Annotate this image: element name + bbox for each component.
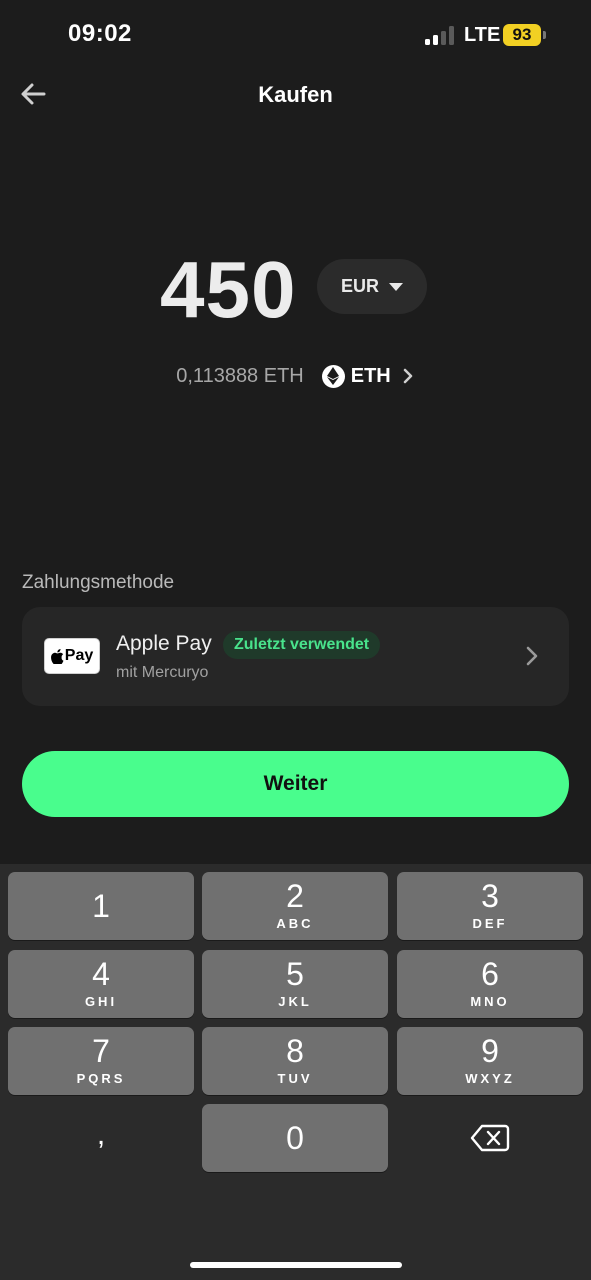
signal-icon (425, 26, 457, 45)
key-letters: GHI (84, 994, 118, 1009)
network-label: LTE (464, 24, 501, 46)
battery-icon: 93 (503, 24, 541, 46)
chevron-right-icon (526, 646, 538, 666)
backspace-icon (470, 1124, 510, 1152)
backspace-key[interactable] (397, 1104, 583, 1172)
key-0[interactable]: 0 (202, 1104, 388, 1172)
key-9[interactable]: 9 WXYZ (397, 1027, 583, 1095)
key-7[interactable]: 7 PQRS (8, 1027, 194, 1095)
status-time: 09:02 (68, 20, 132, 47)
key-digit: 4 (92, 956, 110, 992)
key-letters: DEF (472, 916, 508, 931)
key-letters: TUV (277, 1071, 313, 1086)
key-digit: 7 (92, 1033, 110, 1069)
key-letters: PQRS (76, 1071, 126, 1086)
key-digit: 1 (92, 888, 110, 924)
payment-section-label: Zahlungsmethode (22, 572, 175, 593)
caret-down-icon (389, 282, 403, 291)
asset-label: ETH (350, 364, 391, 387)
key-digit: 3 (481, 878, 499, 914)
key-1[interactable]: 1 (8, 872, 194, 940)
currency-label: EUR (340, 276, 379, 296)
last-used-badge: Zuletzt verwendet (223, 631, 381, 659)
home-indicator[interactable] (190, 1262, 402, 1268)
payment-method-name: Apple Pay (116, 632, 212, 655)
key-3[interactable]: 3 DEF (397, 872, 583, 940)
asset-selector[interactable]: ETH (321, 364, 415, 388)
key-digit: 2 (286, 878, 304, 914)
key-digit: , (96, 1118, 106, 1151)
key-letters: WXYZ (465, 1071, 515, 1086)
status-bar: 09:02 LTE 93 (0, 0, 591, 70)
ethereum-icon (321, 364, 345, 388)
apple-icon (50, 648, 64, 664)
continue-button[interactable]: Weiter (22, 751, 569, 817)
crypto-amount: 0,113888 ETH (176, 364, 304, 387)
battery-tip (543, 31, 546, 39)
key-decimal-comma[interactable]: , (8, 1104, 194, 1172)
key-digit: 8 (286, 1033, 304, 1069)
conversion-row: 0,113888 ETH ETH (0, 360, 591, 392)
key-digit: 9 (481, 1033, 499, 1069)
chevron-right-icon (403, 368, 412, 384)
key-5[interactable]: 5 JKL (202, 950, 388, 1018)
key-6[interactable]: 6 MNO (397, 950, 583, 1018)
payment-provider: mit Mercuryo (116, 664, 209, 681)
key-2[interactable]: 2 ABC (202, 872, 388, 940)
key-digit: 5 (286, 956, 304, 992)
key-4[interactable]: 4 GHI (8, 950, 194, 1018)
apple-pay-logo-text: Pay (64, 647, 94, 664)
page-title: Kaufen (258, 82, 333, 107)
key-letters: MNO (470, 994, 510, 1009)
key-digit: 6 (481, 956, 499, 992)
key-letters: ABC (276, 916, 314, 931)
numeric-keypad: 1 2 ABC 3 DEF 4 GHI 5 JKL 6 MNO 7 PQRS 8… (0, 864, 591, 1280)
key-digit: 0 (286, 1120, 304, 1156)
amount-value[interactable]: 450 (160, 240, 296, 340)
currency-selector[interactable]: EUR (317, 259, 427, 314)
payment-method-card[interactable]: Pay Apple Pay Zuletzt verwendet mit Merc… (22, 607, 569, 706)
key-letters: JKL (278, 994, 312, 1009)
key-8[interactable]: 8 TUV (202, 1027, 388, 1095)
apple-pay-logo: Pay (44, 638, 100, 674)
